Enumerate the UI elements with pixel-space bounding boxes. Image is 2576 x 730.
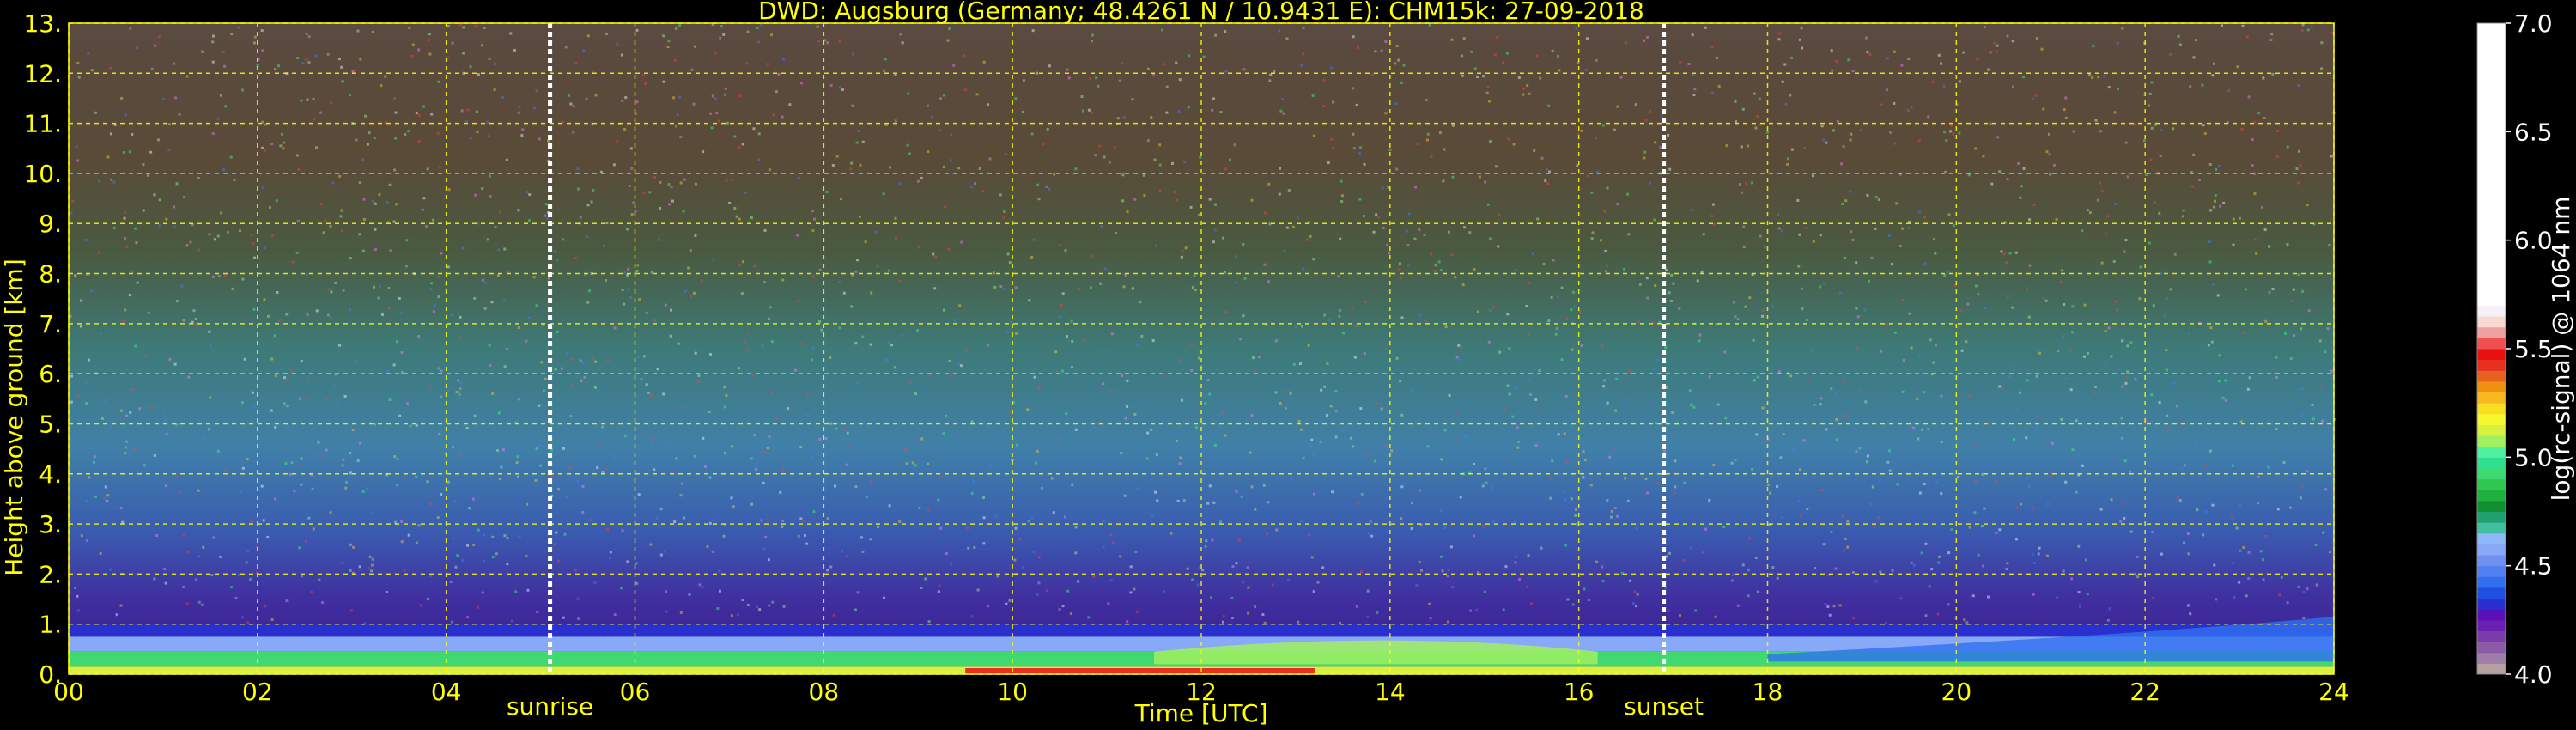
colorbar-swatch xyxy=(2477,532,2506,544)
x-tick-label: 20 xyxy=(1941,678,1972,706)
y-axis-label: Height above ground [km] xyxy=(0,259,28,576)
x-tick-label: 02 xyxy=(242,678,273,706)
y-tick-label: 8. xyxy=(39,260,62,289)
colorbar-swatch xyxy=(2477,424,2506,436)
colorbar-swatch xyxy=(2477,587,2506,599)
x-tick-label: 10 xyxy=(997,678,1028,706)
sunrise-label: sunrise xyxy=(507,692,593,721)
y-tick-label: 10. xyxy=(23,160,62,188)
y-tick-label: 1. xyxy=(39,611,62,639)
colorbar-tick-label: 6.5 xyxy=(2514,118,2553,146)
y-tick-label: 7. xyxy=(39,310,62,338)
colorbar-swatch xyxy=(2477,370,2506,382)
colorbar-swatch xyxy=(2477,457,2506,469)
colorbar-swatch xyxy=(2477,522,2506,534)
colorbar-swatch xyxy=(2477,305,2506,317)
colorbar-swatch xyxy=(2477,555,2506,567)
y-tick-label: 4. xyxy=(39,460,62,489)
colorbar-swatch xyxy=(2477,446,2506,458)
x-tick-label: 24 xyxy=(2318,678,2349,706)
colorbar-swatch xyxy=(2477,576,2506,588)
colorbar-swatch xyxy=(2477,392,2506,404)
chart: sunrise sunset00 02 04 06 08 10 12 14 16 18 20 22 240… xyxy=(0,0,2575,727)
colorbar-swatch xyxy=(2477,316,2506,328)
colorbar-swatch xyxy=(2477,359,2506,371)
colorbar-swatch xyxy=(2477,490,2506,502)
colorbar-swatch xyxy=(2477,500,2506,512)
colorbar-swatch xyxy=(2477,511,2506,523)
x-tick-label: 04 xyxy=(431,678,462,706)
colorbar-swatch xyxy=(2477,642,2506,654)
colorbar-swatch xyxy=(2477,413,2506,425)
colorbar-swatch xyxy=(2477,630,2506,642)
y-tick-label: 11. xyxy=(23,110,62,138)
y-tick-label: 13. xyxy=(23,9,62,38)
colorbar-swatch xyxy=(2477,663,2506,675)
x-tick-label: 22 xyxy=(2129,678,2160,706)
x-tick-label: 14 xyxy=(1375,678,1406,706)
chart-title: DWD: Augsburg (Germany; 48.4261 N / 10.9… xyxy=(758,0,1644,25)
x-tick-label: 08 xyxy=(809,678,840,706)
surface-layer-band xyxy=(965,668,1315,674)
colorbar-swatch xyxy=(2477,23,2506,306)
colorbar-swatch xyxy=(2477,478,2506,490)
x-tick-label: 16 xyxy=(1564,678,1595,706)
x-tick-label: 18 xyxy=(1753,678,1783,706)
colorbar-swatch xyxy=(2477,435,2506,447)
x-axis-label: Time [UTC] xyxy=(1134,699,1268,727)
sunset-label: sunset xyxy=(1624,692,1704,721)
y-tick-label: 9. xyxy=(39,210,62,238)
colorbar-swatch xyxy=(2477,338,2506,350)
colorbar-swatch xyxy=(2477,467,2506,480)
colorbar-tick-label: 4.5 xyxy=(2514,552,2553,581)
colorbar-swatch xyxy=(2477,380,2506,393)
colorbar xyxy=(2476,22,2511,675)
colorbar-swatch xyxy=(2477,565,2506,577)
colorbar-tick-label: 7.0 xyxy=(2514,9,2553,38)
x-tick-label: 06 xyxy=(620,678,651,706)
colorbar-swatch xyxy=(2477,652,2506,664)
colorbar-swatch xyxy=(2477,619,2506,631)
y-tick-label: 5. xyxy=(39,410,62,438)
y-tick-label: 6. xyxy=(39,360,62,388)
colorbar-swatch xyxy=(2477,326,2506,338)
y-tick-label: 2. xyxy=(39,560,62,588)
y-tick-label: 3. xyxy=(39,510,62,538)
colorbar-swatch xyxy=(2477,349,2506,361)
colorbar-swatch xyxy=(2477,403,2506,415)
colorbar-swatch xyxy=(2477,598,2506,610)
colorbar-swatch xyxy=(2477,609,2506,621)
colorbar-label: log(rc-signal) @ 1064 nm xyxy=(2547,197,2575,502)
colorbar-swatch xyxy=(2477,544,2506,556)
y-tick-label: 0. xyxy=(39,660,62,689)
colorbar-tick-label: 4.0 xyxy=(2514,660,2553,689)
y-tick-label: 12. xyxy=(23,59,62,88)
